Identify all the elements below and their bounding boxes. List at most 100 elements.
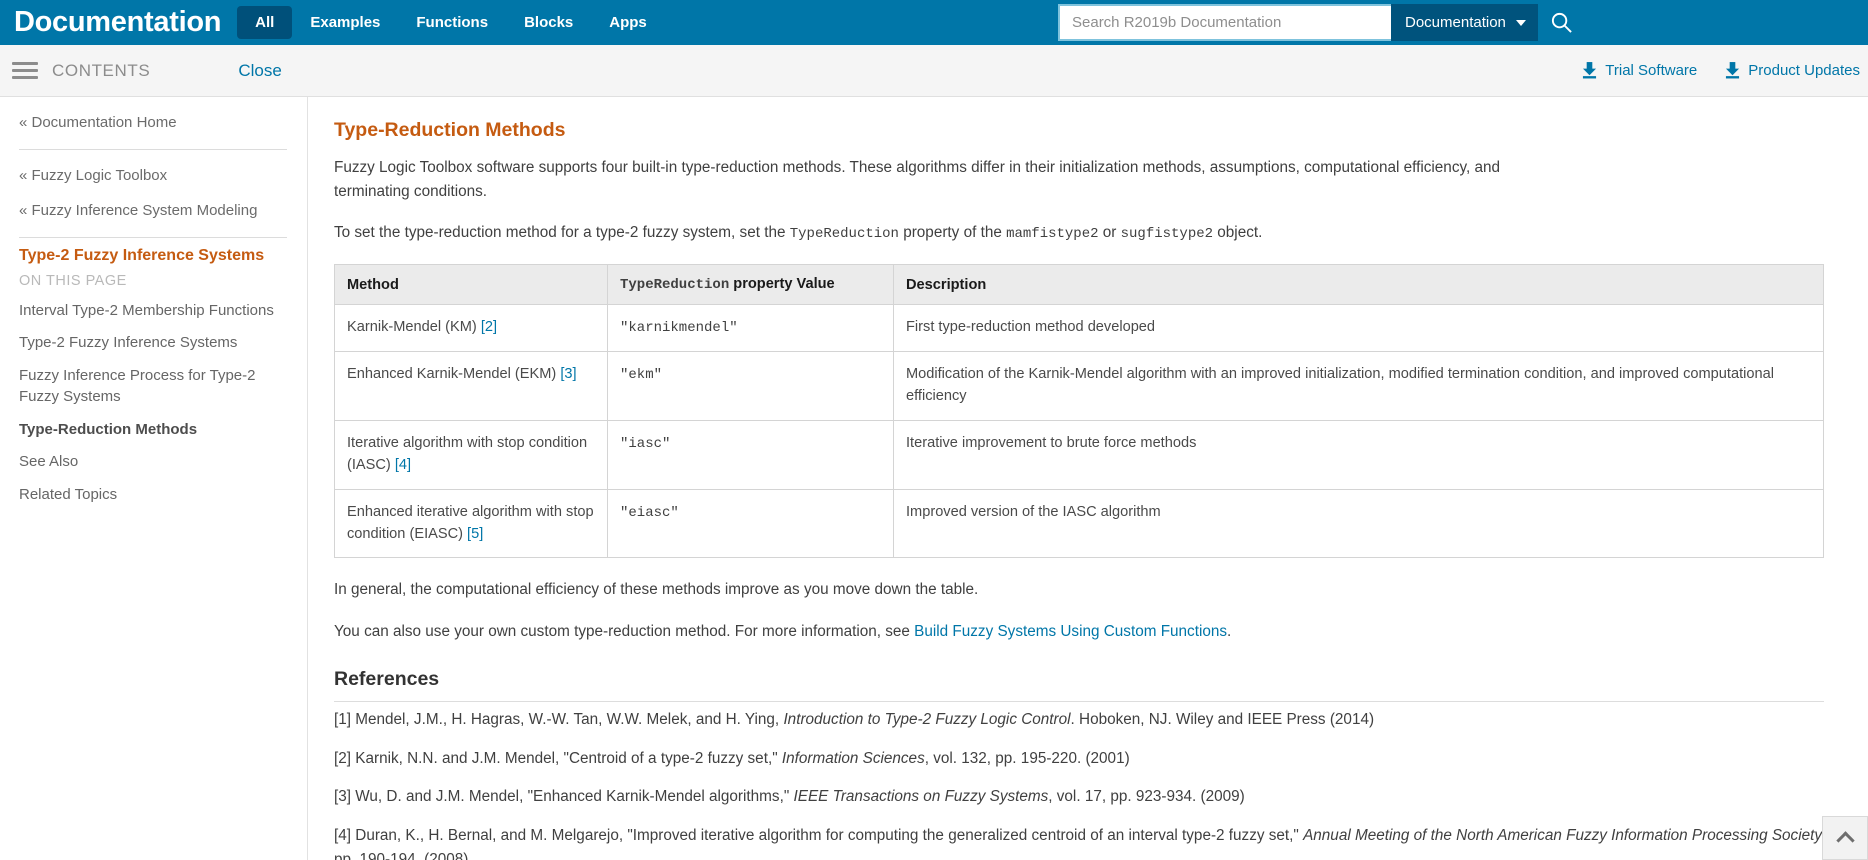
table-row: Iterative algorithm with stop condition … — [334, 419, 1824, 490]
product-updates-link[interactable]: Product Updates — [1725, 62, 1860, 79]
value-code: "ekm" — [620, 367, 663, 384]
tab-functions[interactable]: Functions — [398, 6, 506, 39]
reference-link[interactable]: [3] — [560, 366, 576, 382]
set-method-text-3: or — [1098, 224, 1121, 242]
tab-apps[interactable]: Apps — [591, 6, 665, 39]
code-sugfistype2: sugfistype2 — [1120, 226, 1214, 243]
reference-title: IEEE Transactions on Fuzzy Systems — [793, 788, 1049, 806]
close-contents-link[interactable]: Close — [238, 61, 281, 81]
reference-link[interactable]: [5] — [467, 526, 483, 542]
sidebar-link-documentation-home[interactable]: « Documentation Home — [19, 97, 287, 140]
table-row: Enhanced iterative algorithm with stop c… — [334, 488, 1824, 559]
reference-link[interactable]: [4] — [395, 457, 411, 473]
reference-text-pre: Mendel, J.M., H. Hagras, W.-W. Tan, W.W.… — [355, 710, 784, 728]
custom-text-1: You can also use your own custom type-re… — [334, 623, 915, 641]
table-cell-method: Enhanced Karnik-Mendel (EKM) [3] — [334, 351, 608, 421]
table-body: Karnik-Mendel (KM) [2] "karnikmendel" Fi… — [334, 304, 1824, 559]
reference-item: [1] Mendel, J.M., H. Hagras, W.-W. Tan, … — [334, 708, 1834, 732]
reference-text-pre: Wu, D. and J.M. Mendel, "Enhanced Karnik… — [355, 788, 794, 806]
table-cell-value: "karnikmendel" — [607, 304, 894, 353]
subbar-right-links: Trial Software Product Updates — [1582, 62, 1868, 79]
search-box[interactable] — [1058, 4, 1391, 41]
sidebar-divider-1 — [19, 149, 287, 151]
table-row: Karnik-Mendel (KM) [2] "karnikmendel" Fi… — [334, 304, 1824, 353]
search-input[interactable] — [1060, 14, 1391, 31]
table-header-value-code: TypeReduction — [620, 277, 730, 294]
sidebar-toc-interval-type2-membership-functions[interactable]: Interval Type-2 Membership Functions — [19, 295, 287, 328]
efficiency-paragraph: In general, the computational efficiency… — [334, 581, 979, 599]
reference-text-post: , vol. 17, pp. 923-934. (2009) — [1048, 788, 1245, 806]
reference-title: Annual Meeting of the North American Fuz… — [1303, 826, 1823, 844]
table-header-row: Method TypeReduction property Value Desc… — [334, 264, 1824, 306]
contents-label: CONTENTS — [52, 60, 151, 80]
reference-item: [4] Duran, K., H. Bernal, and M. Melgare… — [334, 824, 1834, 860]
search-area: Documentation — [1058, 4, 1586, 41]
reference-text-post: . Hoboken, NJ. Wiley and IEEE Press (201… — [1070, 710, 1375, 728]
method-name: Enhanced Karnik-Mendel (EKM) — [347, 366, 561, 383]
sidebar-link-fuzzy-logic-toolbox[interactable]: « Fuzzy Logic Toolbox — [19, 159, 287, 193]
main-content: Type-Reduction Methods Fuzzy Logic Toolb… — [308, 97, 1868, 860]
download-icon — [1583, 62, 1597, 79]
tab-all[interactable]: All — [237, 6, 293, 39]
tab-examples[interactable]: Examples — [292, 6, 398, 39]
type-reduction-methods-table: Method TypeReduction property Value Desc… — [334, 264, 1824, 559]
search-icon — [1552, 12, 1573, 33]
contents-bar: CONTENTS Close Trial Software Product Up… — [0, 45, 1868, 97]
contents-toggle[interactable]: CONTENTS — [12, 61, 150, 81]
on-this-page-label: ON THIS PAGE — [19, 272, 127, 289]
reference-item: [3] Wu, D. and J.M. Mendel, "Enhanced Ka… — [334, 785, 1834, 809]
sidebar-toc-type2-fuzzy-inference-systems[interactable]: Type-2 Fuzzy Inference Systems — [19, 327, 287, 360]
search-scope-dropdown[interactable]: Documentation — [1391, 4, 1538, 41]
sidebar: « Documentation Home « Fuzzy Logic Toolb… — [0, 97, 308, 860]
table-cell-method: Iterative algorithm with stop condition … — [334, 419, 608, 490]
code-typereduction: TypeReduction — [789, 226, 899, 243]
table-header-method: Method — [334, 264, 608, 306]
reference-number: [4] — [334, 826, 356, 844]
intro-paragraph: Fuzzy Logic Toolbox software supports fo… — [334, 159, 1500, 200]
set-method-paragraph: To set the type-reduction method for a t… — [334, 221, 1562, 246]
tab-blocks[interactable]: Blocks — [506, 6, 591, 39]
sidebar-toc-see-also[interactable]: See Also — [19, 446, 287, 479]
sidebar-divider-2 — [19, 236, 287, 238]
table-cell-method: Karnik-Mendel (KM) [2] — [334, 304, 608, 353]
trial-software-link[interactable]: Trial Software — [1582, 62, 1697, 79]
table-cell-description: Modification of the Karnik-Mendel algori… — [893, 351, 1824, 421]
search-submit-button[interactable] — [1537, 4, 1586, 41]
sidebar-toc-fuzzy-inference-process[interactable]: Fuzzy Inference Process for Type-2 Fuzzy… — [19, 360, 287, 413]
method-name: Karnik-Mendel (KM) — [347, 319, 481, 336]
set-method-text-1: To set the type-reduction method for a t… — [334, 224, 790, 242]
set-method-text-4: object. — [1213, 224, 1263, 242]
build-fuzzy-systems-link[interactable]: Build Fuzzy Systems Using Custom Functio… — [914, 623, 1227, 640]
table-cell-description: First type-reduction method developed — [893, 304, 1824, 353]
table-cell-method: Enhanced iterative algorithm with stop c… — [334, 488, 608, 559]
reference-text-pre: Karnik, N.N. and J.M. Mendel, "Centroid … — [355, 749, 782, 767]
sidebar-toc-related-topics[interactable]: Related Topics — [19, 479, 287, 512]
chevron-up-icon — [1835, 831, 1855, 850]
hamburger-icon — [12, 62, 38, 79]
custom-method-paragraph: You can also use your own custom type-re… — [334, 620, 1562, 644]
table-header-value-rest: property Value — [729, 276, 835, 293]
sidebar-link-fuzzy-inference-system-modeling[interactable]: « Fuzzy Inference System Modeling — [19, 194, 287, 228]
reference-link[interactable]: [2] — [481, 319, 497, 335]
table-cell-value: "iasc" — [607, 419, 894, 490]
sidebar-page-title[interactable]: Type-2 Fuzzy Inference Systems — [19, 247, 287, 265]
table-head: Method TypeReduction property Value Desc… — [334, 264, 1824, 306]
sidebar-toc-type-reduction-methods[interactable]: Type-Reduction Methods — [19, 414, 287, 447]
table-header-value: TypeReduction property Value — [607, 264, 894, 306]
code-mamfistype2: mamfistype2 — [1006, 226, 1099, 243]
trial-software-label: Trial Software — [1605, 62, 1698, 79]
reference-text-pre: Duran, K., H. Bernal, and M. Melgarejo, … — [355, 826, 1304, 844]
method-name: Iterative algorithm with stop condition … — [347, 434, 588, 473]
download-icon — [1726, 62, 1740, 79]
table-header-description: Description — [893, 264, 1824, 306]
scroll-to-top-button[interactable] — [1822, 816, 1868, 860]
reference-title: Information Sciences — [781, 749, 925, 767]
table-cell-value: "eiasc" — [607, 488, 894, 559]
set-method-text-2: property of the — [898, 224, 1007, 242]
table-cell-description: Iterative improvement to brute force met… — [893, 419, 1824, 490]
table-row: Enhanced Karnik-Mendel (EKM) [3] "ekm" M… — [334, 351, 1824, 421]
search-scope-label: Documentation — [1405, 14, 1506, 31]
page-body: « Documentation Home « Fuzzy Logic Toolb… — [0, 97, 1868, 860]
brand-documentation[interactable]: Documentation — [14, 0, 221, 45]
value-code: "eiasc" — [620, 504, 679, 521]
